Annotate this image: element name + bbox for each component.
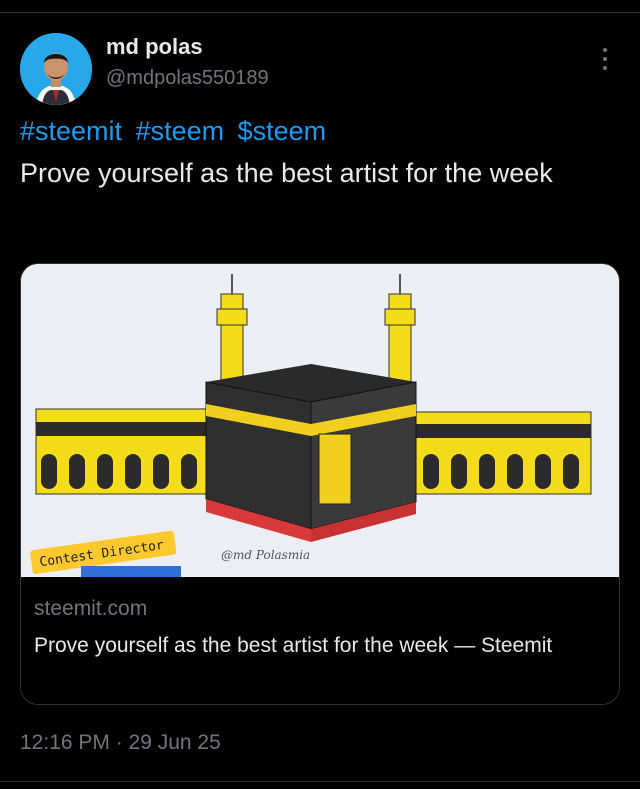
card-title: Prove yourself as the best artist for th… [34,634,553,657]
card-domain: steemit.com [34,597,148,620]
card-image: Contest Director @md Polasmia [21,264,619,580]
top-divider [0,12,640,13]
hashtag-steem[interactable]: #steem [136,116,225,146]
more-vertical-icon[interactable] [598,48,612,74]
cashtag-steem[interactable]: $steem [238,116,327,146]
tweet-text: Prove yourself as the best artist for th… [20,158,553,188]
card-info: steemit.com Prove yourself as the best a… [21,577,619,704]
avatar[interactable] [20,33,92,105]
hashtags: #steemit #steem $steem [20,116,332,147]
author-handle[interactable]: @mdpolas550189 [106,67,269,90]
author-name[interactable]: md polas [106,34,203,60]
bottom-divider [0,781,640,782]
avatar-photo [20,33,92,105]
card-signature: @md Polasmia [221,548,310,562]
hashtag-steemit[interactable]: #steemit [20,116,122,146]
link-card[interactable]: Contest Director @md Polasmia steemit.co… [20,263,620,705]
kaaba-drawing: Contest Director @md Polasmia [21,264,619,580]
timestamp[interactable]: 12:16 PM · 29 Jun 25 [20,731,221,755]
